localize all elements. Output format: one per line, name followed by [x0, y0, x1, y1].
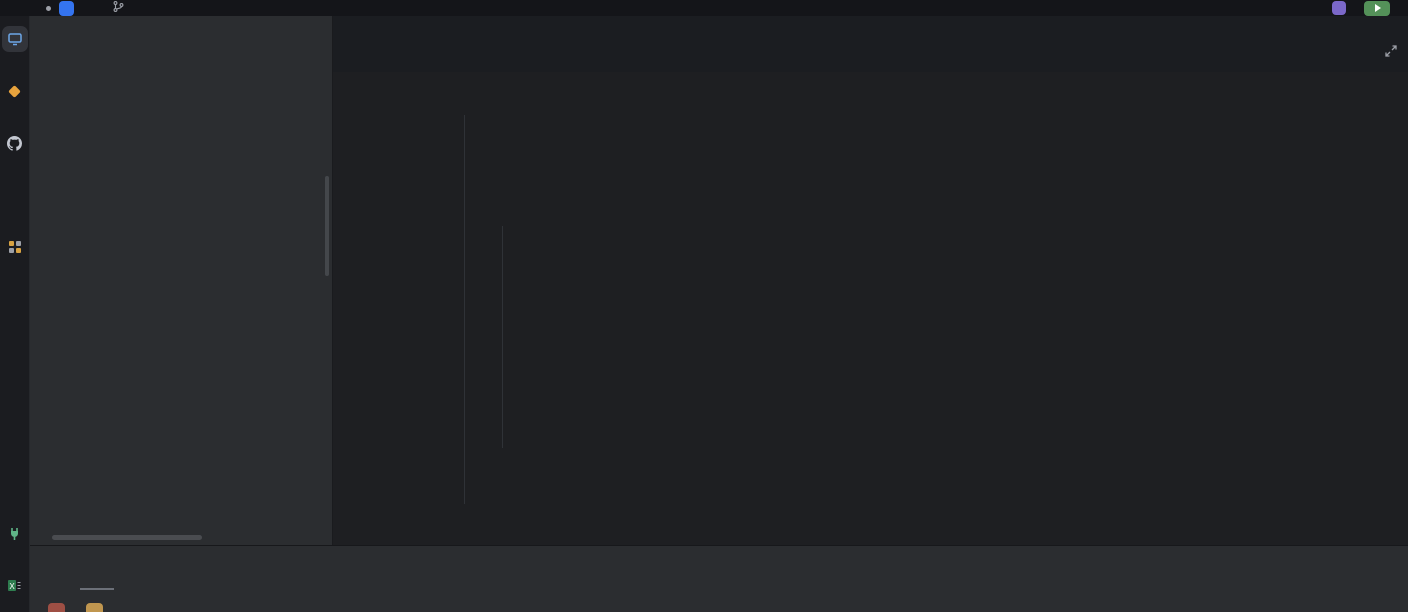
code-editor[interactable]	[333, 72, 1408, 545]
main-toolbar	[0, 0, 1408, 16]
excel-viewer-icon[interactable]: X	[2, 572, 28, 598]
project-tool-window-icon[interactable]	[1, 26, 28, 52]
project-tool-window	[30, 16, 333, 545]
editor-area	[333, 16, 1408, 545]
indent-guide	[502, 226, 503, 448]
horizontal-scrollbar[interactable]	[52, 535, 202, 540]
console-toolbar-icon-partial[interactable]	[86, 603, 103, 612]
play-icon	[1374, 4, 1381, 12]
console-toolbar-icon-partial[interactable]	[48, 603, 65, 612]
branch-icon	[112, 0, 125, 16]
github-icon[interactable]	[2, 130, 28, 156]
run-config-icon	[1332, 1, 1346, 15]
expand-icon[interactable]	[1384, 44, 1398, 63]
notification-dot	[46, 5, 51, 11]
project-avatar[interactable]	[59, 0, 74, 16]
run-tab[interactable]	[80, 546, 114, 590]
editor-tab-bar	[333, 16, 1408, 72]
activity-bar: X	[0, 16, 30, 612]
indent-guide	[464, 115, 465, 504]
svg-text:X: X	[9, 582, 15, 591]
services-grid-glyph	[8, 241, 21, 253]
project-panel-header[interactable]	[30, 16, 332, 60]
vertical-scrollbar[interactable]	[325, 176, 329, 276]
run-tool-window	[30, 545, 1408, 612]
run-tab-bar	[30, 546, 1408, 590]
plug-icon[interactable]	[2, 520, 28, 546]
services-icon[interactable]	[2, 234, 28, 260]
bookmark-glyph	[8, 84, 21, 98]
toolbar-left-group	[46, 0, 135, 16]
more-tool-windows-icon[interactable]	[2, 286, 28, 312]
vcs-branch-widget[interactable]	[112, 0, 135, 16]
bookmark-icon[interactable]	[2, 78, 28, 104]
run-button[interactable]	[1364, 0, 1390, 16]
toolbar-right-group	[1332, 0, 1390, 16]
database-tool-icon[interactable]	[2, 182, 28, 208]
